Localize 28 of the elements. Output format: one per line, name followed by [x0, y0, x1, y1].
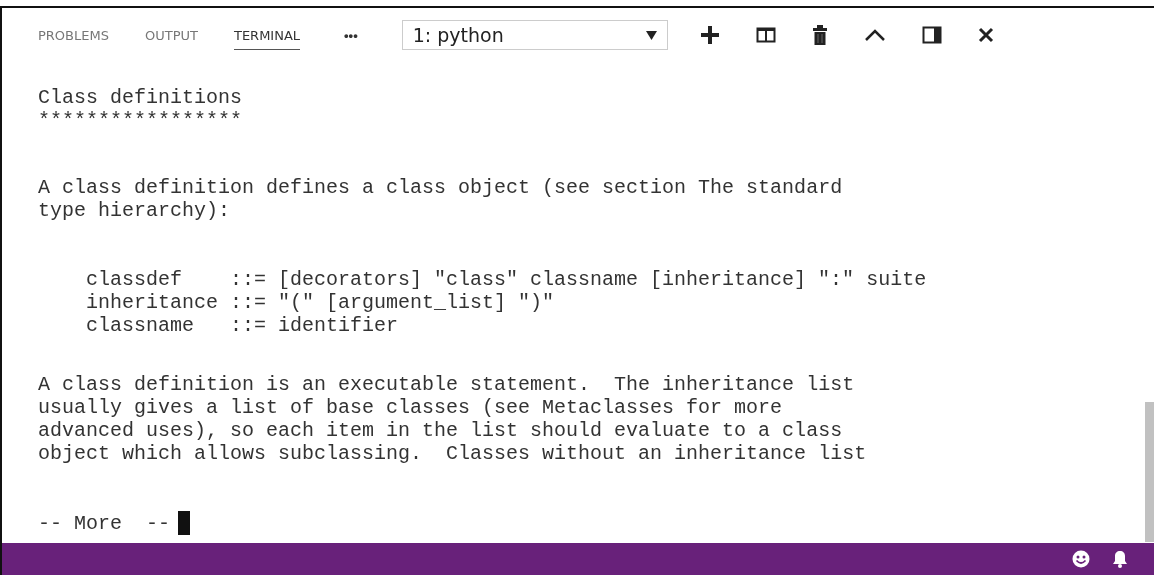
panel-tab[interactable]: PROBLEMS	[38, 20, 109, 50]
terminal-line: Class definitions	[38, 86, 244, 109]
bell-icon[interactable]	[1112, 550, 1128, 568]
terminal-select[interactable]: 1: python	[401, 20, 668, 50]
terminal-line: object which allows subclassing. Classes without an inheritance list	[38, 442, 868, 465]
more-actions-button[interactable]: •••	[340, 23, 362, 47]
chevron-up-icon[interactable]	[863, 28, 886, 42]
terminal-line: A class definition is an executable statement. The inheritance list	[38, 373, 856, 396]
terminal-line: usually gives a list of base classes (see Metaclasses for more	[38, 396, 784, 419]
panel-tab[interactable]: TERMINAL	[233, 20, 301, 50]
terminal-line: A class definition defines a class object (see section The standard	[38, 176, 844, 199]
terminal-line: classdef ::= [decorators] "class" classname [inheritance] ":" suite	[86, 268, 928, 291]
terminal-line: *****************	[38, 109, 244, 132]
terminal-line: classname ::= identifier	[86, 314, 400, 337]
close-icon[interactable]	[977, 27, 994, 43]
terminal-prompt: -- More --	[38, 511, 171, 535]
terminal-line: inheritance ::= "(" [argument_list] ")"	[86, 291, 556, 314]
scrollbar-thumb[interactable]	[1145, 402, 1154, 542]
terminal-line: type hierarchy):	[38, 199, 232, 222]
trash-icon[interactable]	[811, 25, 828, 45]
dropdown-caret-icon	[645, 30, 657, 40]
split-terminal-icon[interactable]	[755, 26, 776, 44]
smiley-icon[interactable]	[1072, 550, 1090, 568]
toggle-panel-icon[interactable]	[921, 25, 942, 45]
terminal-line: advanced uses), so each item in the list should evaluate to a class	[38, 419, 844, 442]
new-terminal-icon[interactable]	[699, 25, 720, 45]
text-cursor	[178, 511, 191, 535]
panel-tab[interactable]: OUTPUT	[144, 20, 198, 50]
